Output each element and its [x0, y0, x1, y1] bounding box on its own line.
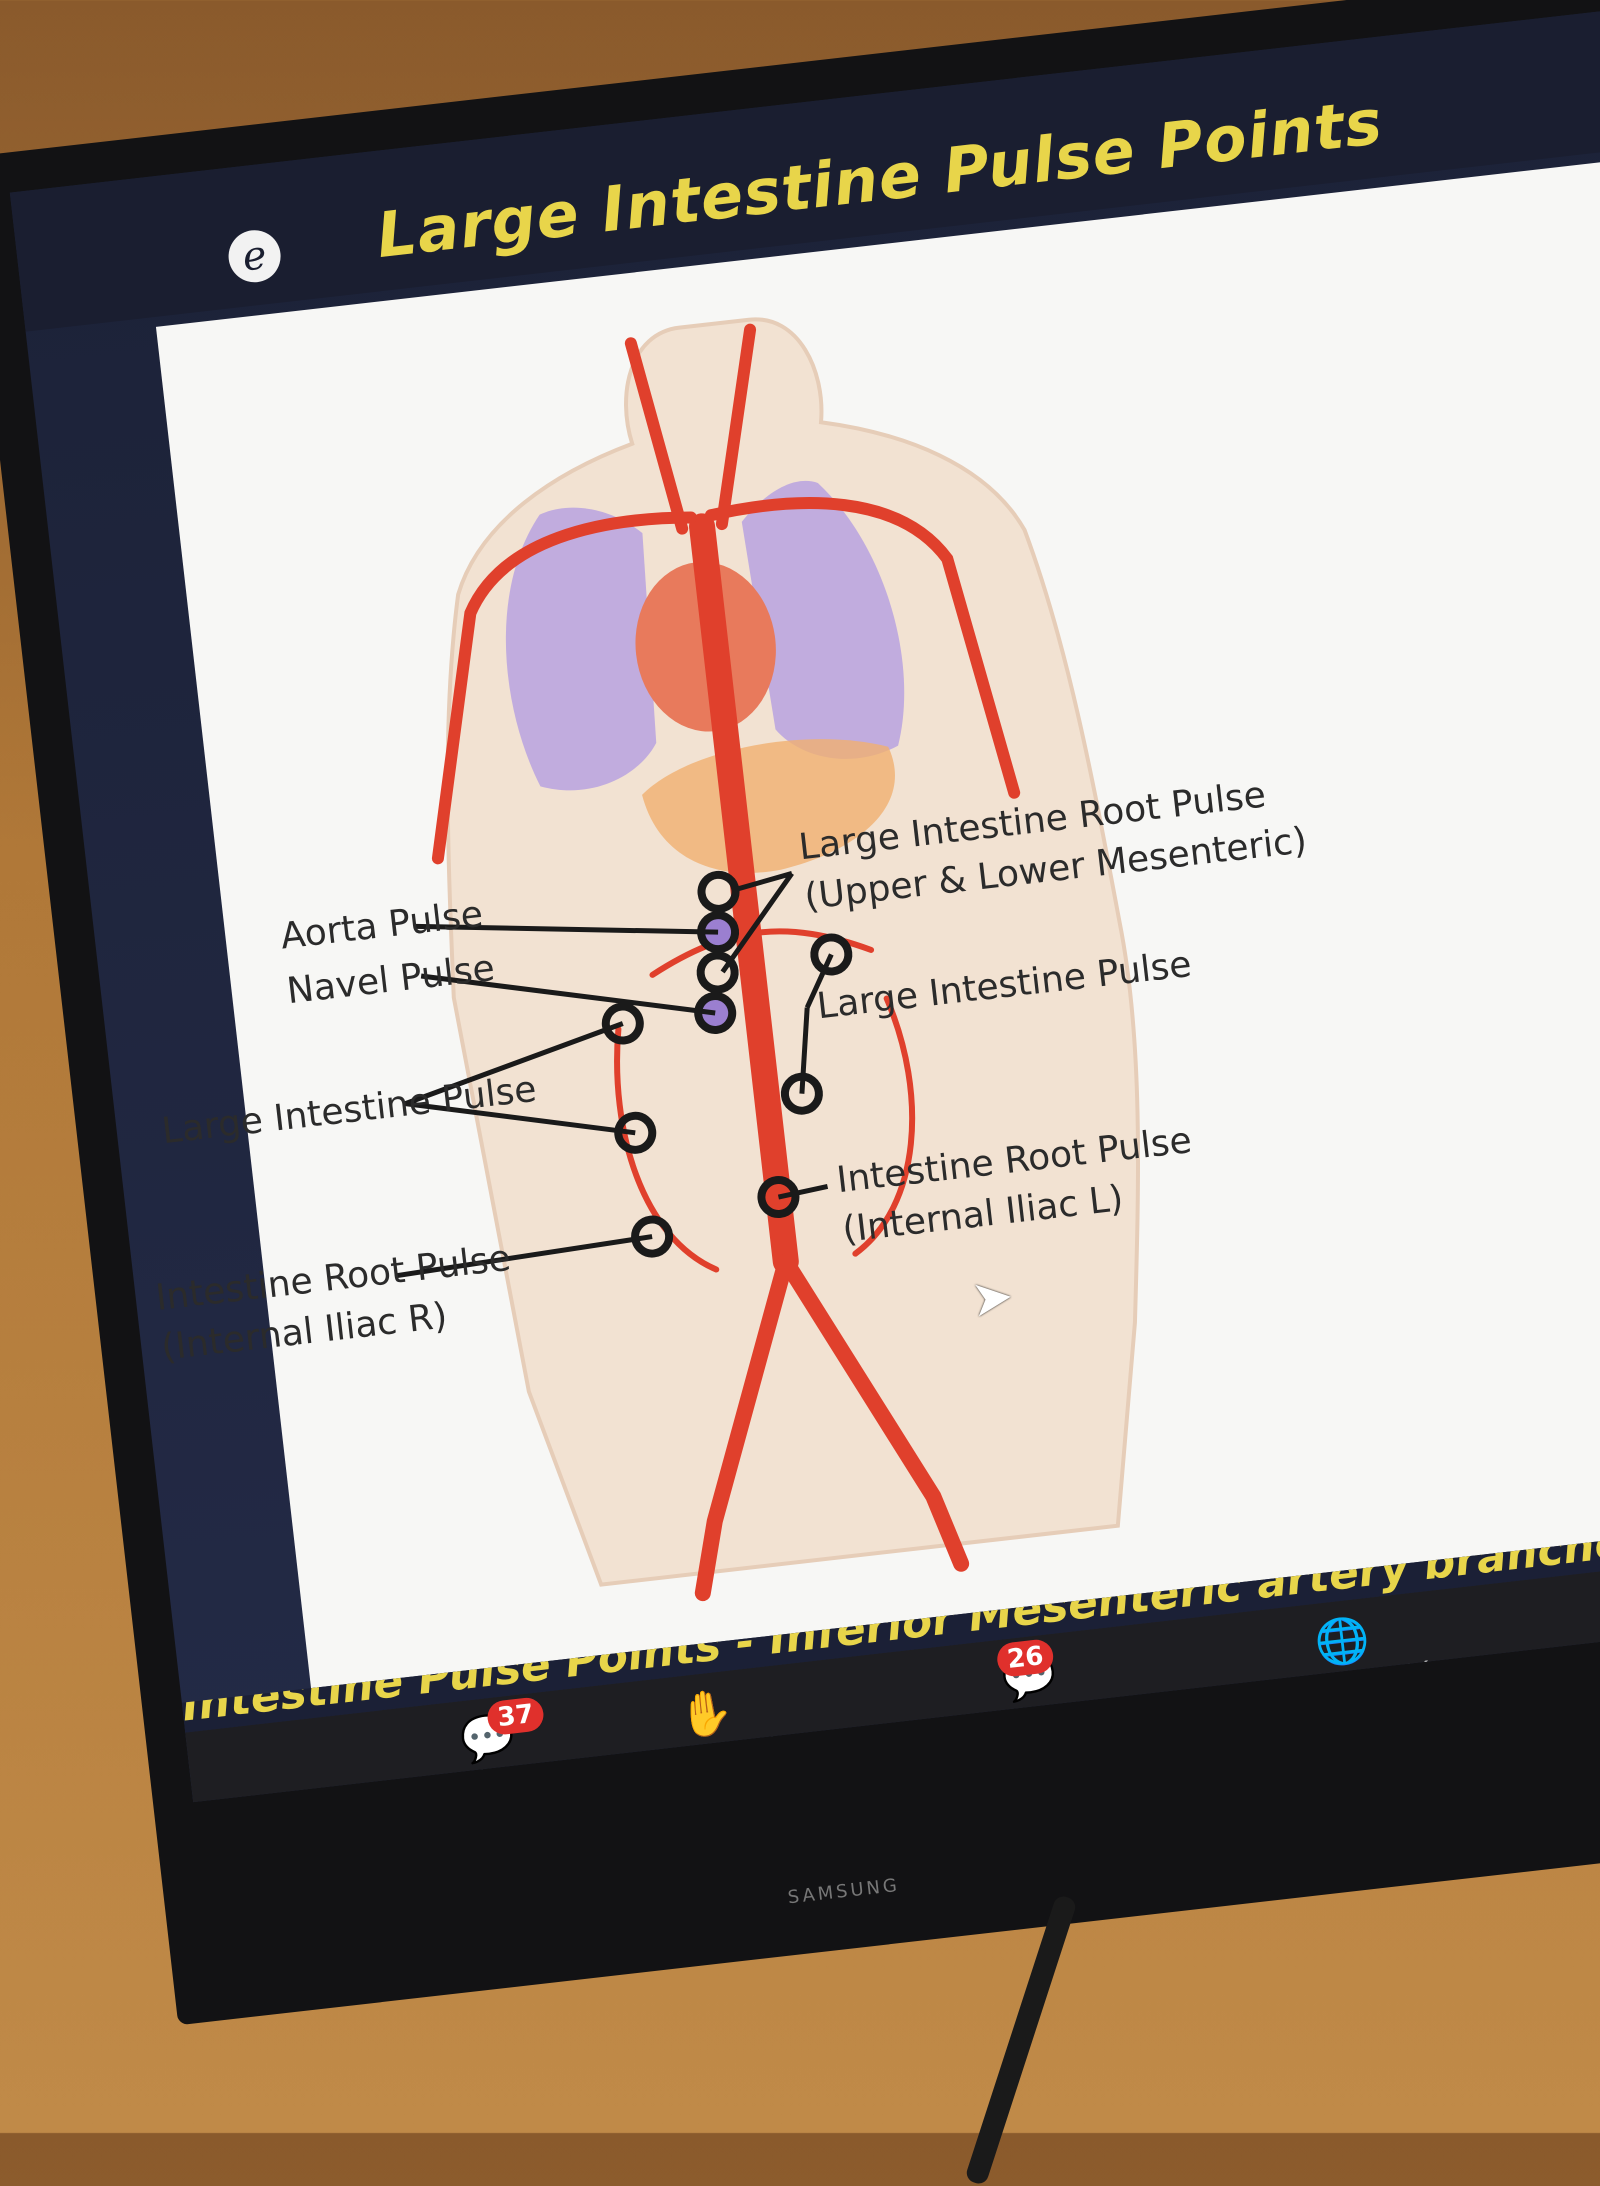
- edge-button[interactable]: e: [959, 1761, 1079, 1803]
- presentation-logo-icon: ℯ: [225, 227, 284, 286]
- qa-badge: 26: [995, 1637, 1056, 1679]
- mail-badge: 19: [1353, 1768, 1406, 1803]
- mail-icon: ✉: [1327, 1744, 1374, 1803]
- chat-badge: 37: [485, 1696, 546, 1737]
- interpretation-button[interactable]: 🌐 Interpretación: [1220, 1602, 1468, 1716]
- media-player-icon: ▶: [1110, 1769, 1154, 1803]
- zoom-icon: ▶: [1546, 1711, 1600, 1782]
- slide-body: Aorta Pulse Navel Pulse Large Intestine …: [154, 155, 1600, 1689]
- monitor: ℯ Large Intestine Pulse Points Aorta Pul…: [0, 0, 1600, 2026]
- raise-hand-button[interactable]: ✋ Levantar la mano: [584, 1674, 836, 1803]
- opera-icon: O: [891, 1793, 935, 1802]
- monitor-cable: [964, 1893, 1078, 2186]
- chat-bubble-icon: 💬 37: [425, 1696, 550, 1771]
- mouse-cursor-icon: ➤: [968, 1266, 1017, 1329]
- zoom-button[interactable]: ▶: [1521, 1697, 1600, 1801]
- torso-silhouette: [445, 317, 1141, 1587]
- word-button[interactable]: W: [1193, 1737, 1289, 1803]
- settings-app-button[interactable]: ☰: [1412, 1713, 1507, 1803]
- sliders-icon: ☰: [1435, 1732, 1485, 1790]
- screen: ℯ Large Intestine Pulse Points Aorta Pul…: [9, 6, 1600, 1803]
- media-player-button[interactable]: ▶: [1084, 1750, 1179, 1802]
- infinity-app-button[interactable]: ∞: [771, 1786, 866, 1802]
- store-button[interactable]: ▦: [677, 1797, 772, 1802]
- edge-icon: e: [1003, 1782, 1036, 1802]
- mail-button[interactable]: ✉ 19: [1303, 1725, 1406, 1803]
- opera-button[interactable]: O: [866, 1775, 961, 1802]
- word-icon: W: [1215, 1756, 1267, 1803]
- chat-button[interactable]: 💬 37 Chat: [425, 1696, 554, 1802]
- qa-button[interactable]: 💬 26 Preguntas y respuestas: [862, 1632, 1204, 1791]
- monitor-brand: SAMSUNG: [786, 1874, 901, 1909]
